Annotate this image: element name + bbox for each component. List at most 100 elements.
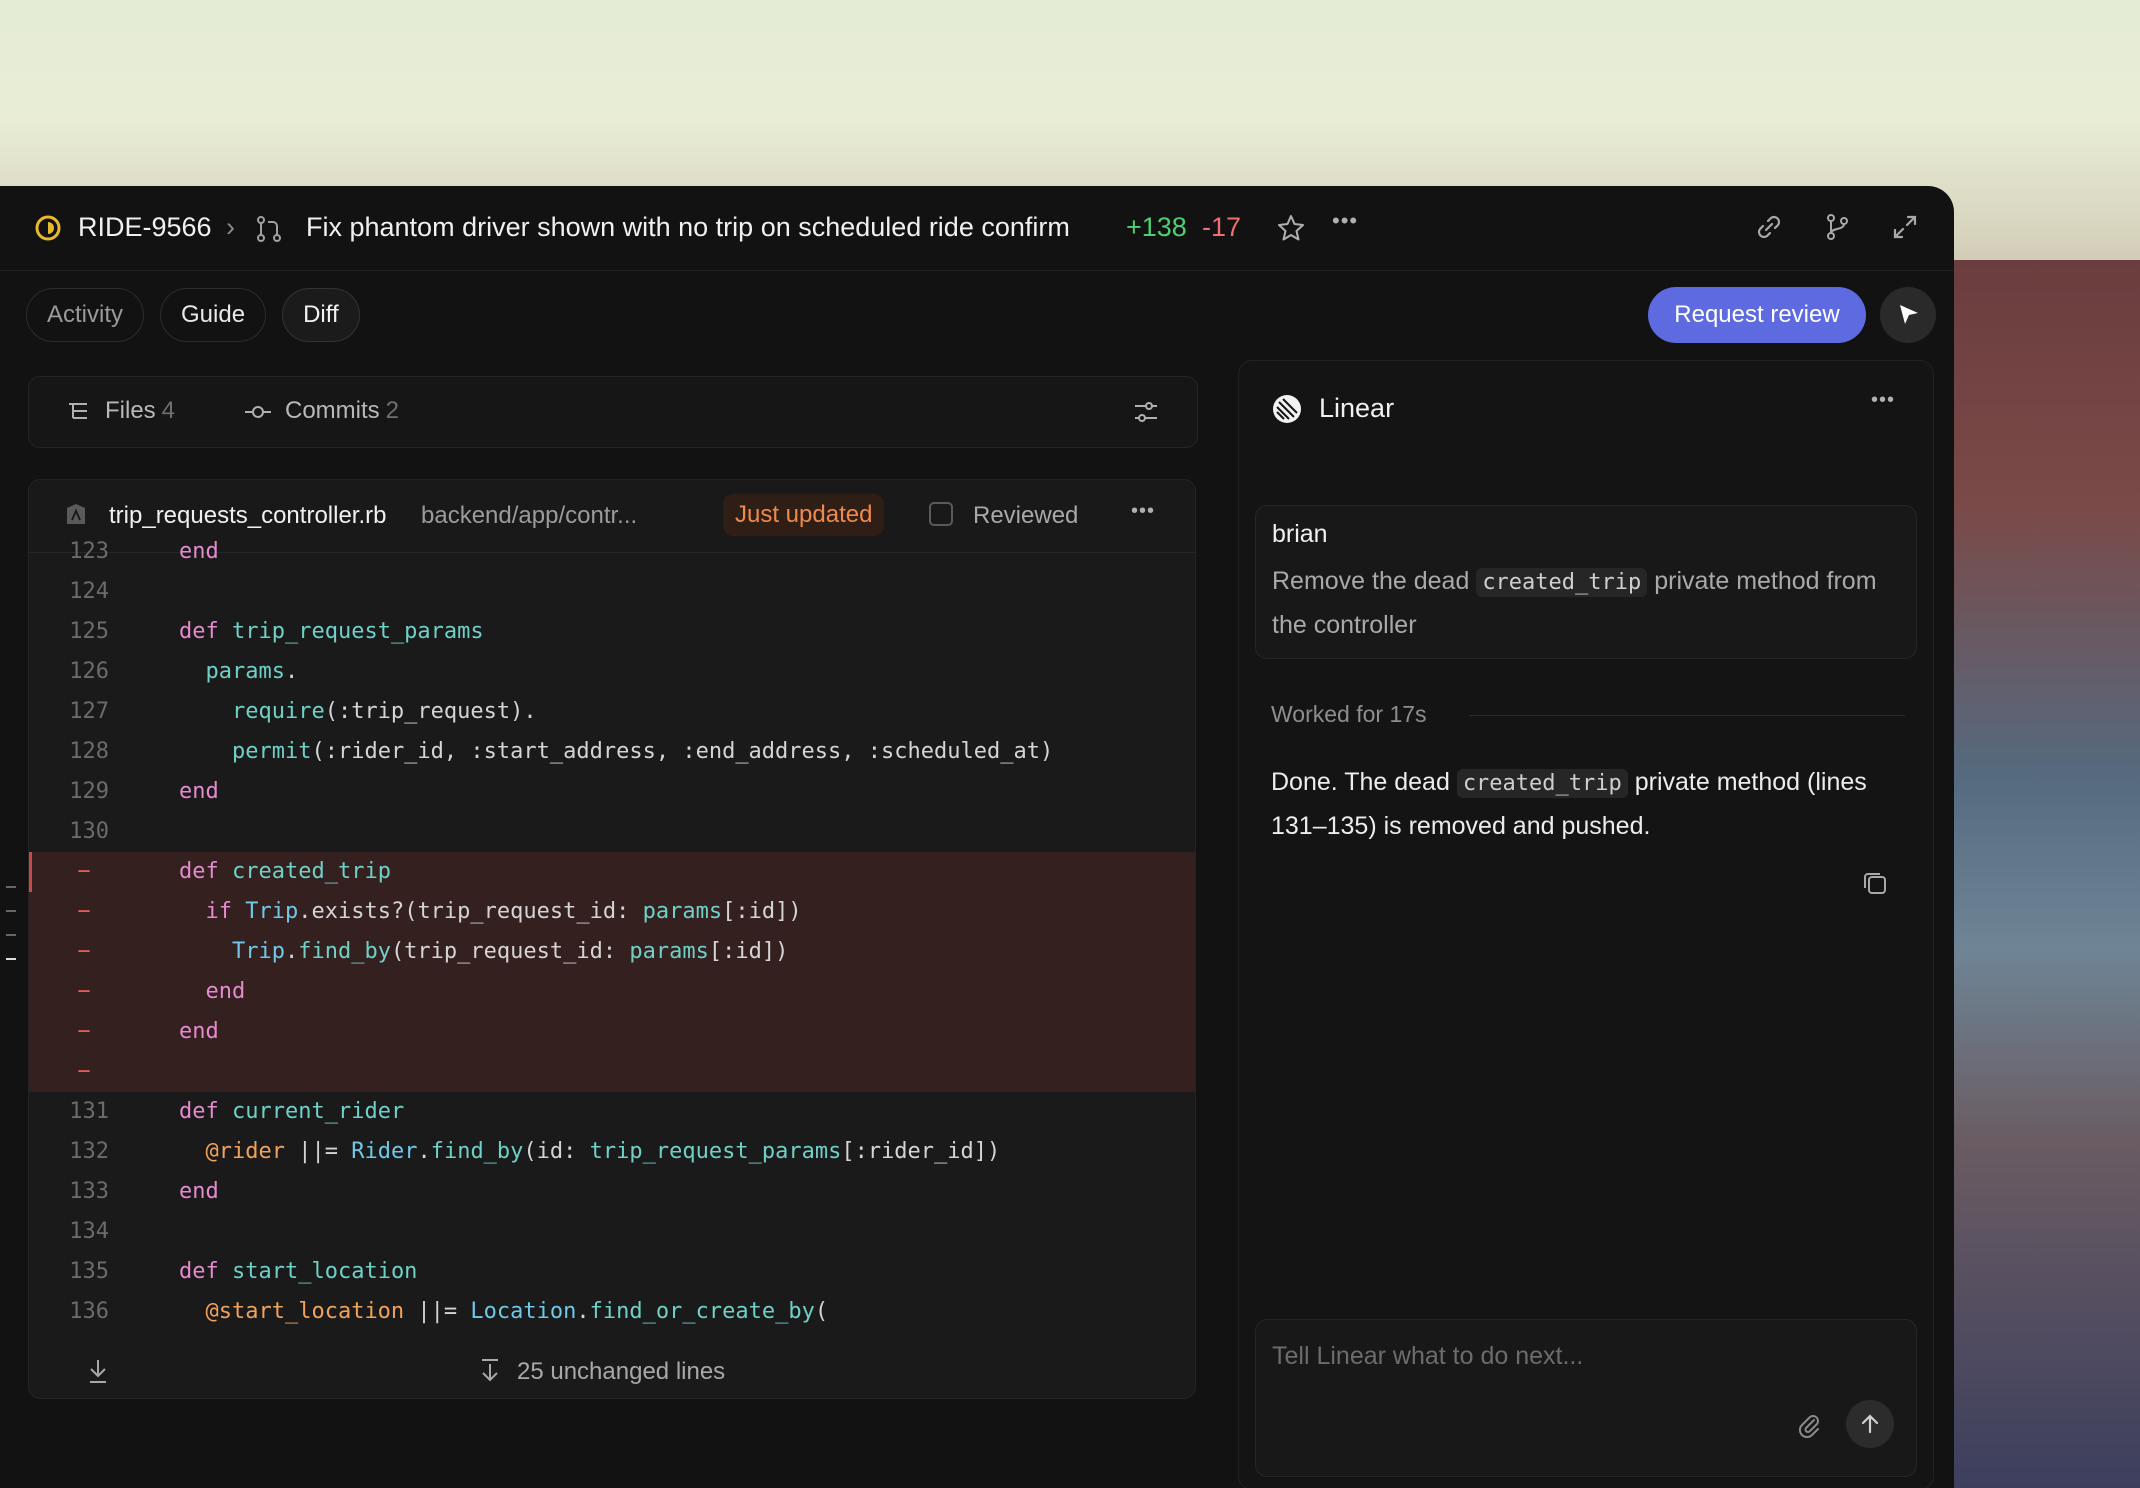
removed-line: − def created_trip xyxy=(29,852,1195,1092)
code-text: end xyxy=(179,1179,219,1204)
deletions-count: -17 xyxy=(1202,212,1242,242)
composer-input[interactable]: Tell Linear what to do next... xyxy=(1272,1342,1583,1371)
reply-text-part: Done. The dead xyxy=(1271,768,1450,796)
request-review-button[interactable]: Request review xyxy=(1648,287,1866,343)
code-text: Trip.find_by(trip_request_id: params[:id… xyxy=(231,939,789,964)
removed-line: − xyxy=(29,1052,1195,1092)
pull-request-icon xyxy=(257,216,281,242)
line-number: 127 xyxy=(69,699,109,724)
code-line: 135 def start_location xyxy=(29,1252,1195,1292)
expand-down-icon[interactable] xyxy=(87,1358,109,1384)
panel-title: Linear xyxy=(1319,393,1395,423)
code-text: def start_location xyxy=(179,1259,418,1284)
user-message: brian Remove the dead created_trip priva… xyxy=(1255,505,1917,659)
send-button[interactable] xyxy=(1846,1400,1894,1448)
attachment-icon[interactable] xyxy=(1796,1412,1822,1438)
code-line: 133 end xyxy=(29,1172,1195,1212)
link-icon[interactable] xyxy=(1754,212,1784,242)
line-number: 131 xyxy=(69,1099,109,1124)
file-tree-icon xyxy=(69,403,87,419)
code-text: @start_location ||= Location.find_or_cre… xyxy=(205,1299,829,1324)
line-number: − xyxy=(77,979,91,1004)
diff-minimap xyxy=(6,886,18,966)
copy-icon[interactable] xyxy=(1861,869,1889,897)
message-text-part: Remove the dead xyxy=(1272,567,1470,595)
reviewed-checkbox[interactable] xyxy=(929,502,953,526)
pr-title: Fix phantom driver shown with no trip on… xyxy=(306,212,1070,242)
line-number: 134 xyxy=(69,1219,109,1244)
message-text: Remove the dead created_trip private met… xyxy=(1272,560,1902,646)
line-number: 133 xyxy=(69,1179,109,1204)
code-line: 136 @start_location ||= Location.find_or… xyxy=(29,1292,1195,1332)
pointer-icon xyxy=(1900,305,1918,324)
code-text: end xyxy=(205,979,246,1004)
code-text: end xyxy=(179,539,219,564)
composer[interactable]: Tell Linear what to do next... xyxy=(1255,1319,1917,1477)
code-text: @rider ||= Rider.find_by(id: trip_reques… xyxy=(205,1139,1001,1164)
code-line: 126 params. xyxy=(29,652,1195,692)
reviewed-label[interactable]: Reviewed xyxy=(973,502,1078,530)
line-number: 123 xyxy=(69,539,109,564)
code-line: 125 def trip_request_params xyxy=(29,612,1195,652)
commits-count: 2 xyxy=(385,397,400,424)
just-updated-badge: Just updated xyxy=(723,494,885,536)
code-text: end xyxy=(179,779,219,804)
code-text: def created_trip xyxy=(179,859,391,884)
expand-icon[interactable] xyxy=(1890,212,1920,242)
inline-code: created_trip xyxy=(1476,568,1648,597)
breadcrumb-separator: › xyxy=(226,212,235,242)
more-options-icon[interactable]: ••• xyxy=(1332,208,1358,234)
unchanged-lines-button[interactable]: 25 unchanged lines xyxy=(517,1358,725,1386)
filter-settings-icon[interactable] xyxy=(1133,399,1159,425)
code-line: 130 xyxy=(29,812,1195,852)
code-line: 134 xyxy=(29,1212,1195,1252)
line-number: 129 xyxy=(69,779,109,804)
code-text: params. xyxy=(205,659,299,684)
file-name[interactable]: trip_requests_controller.rb xyxy=(109,502,386,530)
files-commits-bar: Files 4 Commits 2 xyxy=(28,376,1198,448)
files-count: 4 xyxy=(161,397,176,424)
line-number: − xyxy=(77,939,91,964)
star-icon[interactable] xyxy=(1276,213,1306,243)
line-number: 130 xyxy=(69,819,109,844)
agent-reply: Done. The dead created_trip private meth… xyxy=(1271,761,1901,847)
expand-row: 25 unchanged lines xyxy=(29,1346,1195,1398)
code-line: 129 end xyxy=(29,772,1195,812)
code-line: 128 permit(:rider_id, :start_address, :e… xyxy=(29,732,1195,772)
additions-count: +138 xyxy=(1126,212,1187,242)
panel-more-icon[interactable]: ••• xyxy=(1871,389,1895,412)
issue-key[interactable]: RIDE-9566 xyxy=(78,212,212,243)
removed-line: − Trip.find_by(trip_request_id: params[:… xyxy=(29,932,1195,972)
cursor-mode-button[interactable] xyxy=(1880,287,1936,343)
line-number: 126 xyxy=(69,659,109,684)
commits-label: Commits xyxy=(285,397,380,424)
worked-duration: Worked for 17s xyxy=(1271,701,1427,727)
ruby-file-icon xyxy=(67,504,85,524)
tab-activity[interactable]: Activity xyxy=(26,288,145,342)
diff-viewer: trip_requests_controller.rb backend/app/… xyxy=(28,479,1196,1399)
code-line: 127 require(:trip_request). xyxy=(29,692,1195,732)
file-more-icon[interactable]: ••• xyxy=(1131,500,1155,523)
code-text: def current_rider xyxy=(179,1099,405,1124)
line-number: − xyxy=(77,899,91,924)
file-path: backend/app/contr... xyxy=(421,502,638,529)
code-line: 131 def current_rider xyxy=(29,1092,1195,1132)
line-number: 128 xyxy=(69,739,109,764)
removed-line: − end xyxy=(29,1012,1195,1052)
commits-tab[interactable]: Commits 2 xyxy=(285,397,399,425)
line-number: − xyxy=(77,1019,91,1044)
code-line: 132 @rider ||= Rider.find_by(id: trip_re… xyxy=(29,1132,1195,1172)
line-number: 124 xyxy=(69,579,109,604)
branch-icon[interactable] xyxy=(1822,212,1852,242)
removed-line: − if Trip.exists?(trip_request_id: param… xyxy=(29,892,1195,932)
code-text: permit(:rider_id, :start_address, :end_a… xyxy=(231,739,1054,764)
status-in-progress-icon xyxy=(35,215,61,241)
line-number: − xyxy=(77,1059,91,1084)
tab-guide[interactable]: Guide xyxy=(160,288,267,342)
tab-diff[interactable]: Diff xyxy=(282,288,360,342)
files-tab[interactable]: Files 4 xyxy=(105,397,175,425)
code-text: if Trip.exists?(trip_request_id: params[… xyxy=(205,899,802,924)
code-line: 124 xyxy=(29,572,1195,612)
diff-lines: 123 end 124 125 def trip_request_params 126 p… xyxy=(29,532,1195,1332)
line-number: 135 xyxy=(69,1259,109,1284)
